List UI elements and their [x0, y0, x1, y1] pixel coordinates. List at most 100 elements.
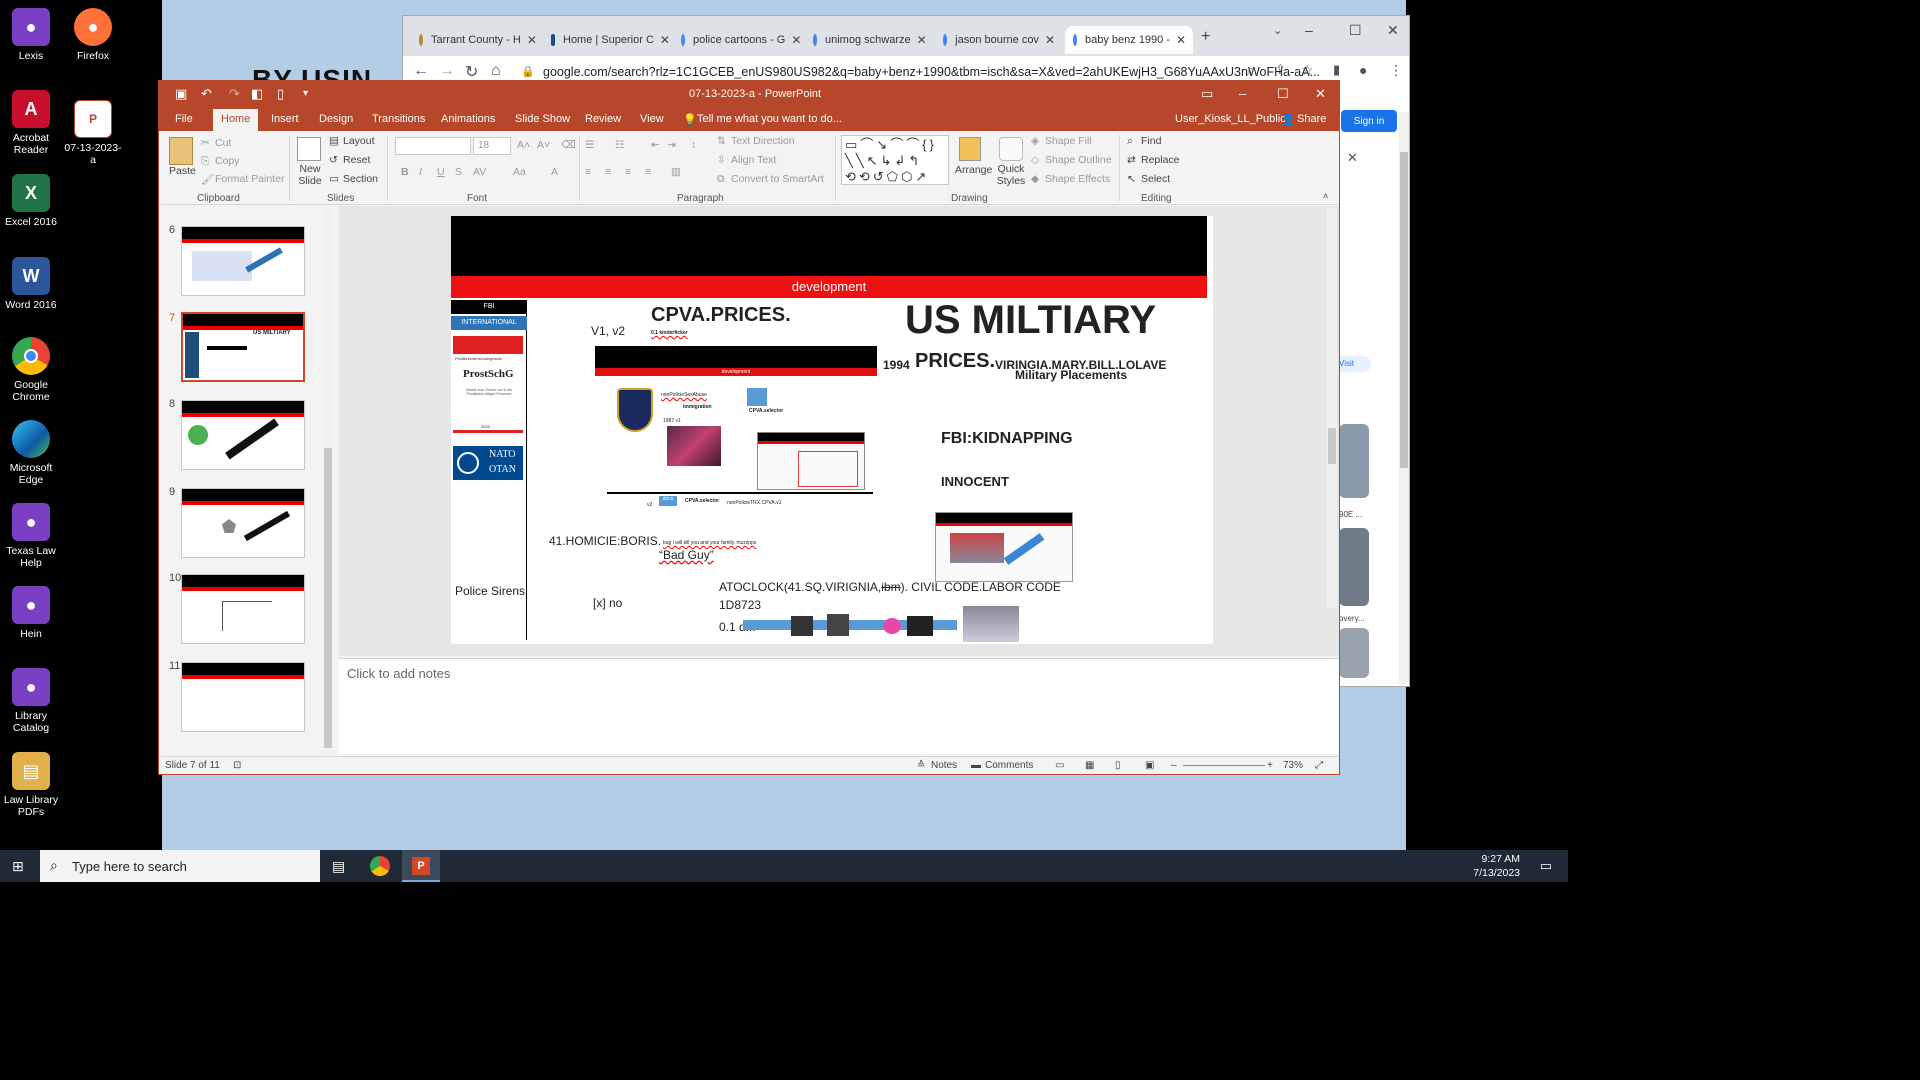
outdent-icon[interactable]: ⇥ — [667, 139, 676, 151]
tab-search-icon[interactable]: ⌄ — [1273, 24, 1282, 37]
taskbar-search[interactable]: ⌕ Type here to search — [40, 850, 320, 882]
shadow-icon[interactable]: S — [455, 166, 462, 178]
indent-icon[interactable]: ⇤ — [651, 139, 660, 151]
windows-start-icon[interactable]: ⊞ — [12, 858, 24, 875]
clear-format-icon[interactable]: ⌫ — [561, 139, 576, 151]
slide-editor[interactable]: development FBI INTERNATIONAL Prostituie… — [339, 206, 1339, 656]
reading-view-icon[interactable]: ▯ — [1115, 760, 1121, 771]
columns-icon[interactable]: ▥ — [671, 166, 681, 178]
layout-icon[interactable]: ▤ — [329, 135, 339, 147]
chrome-scrollbar[interactable] — [1399, 112, 1409, 684]
desktop-icon-chrome[interactable]: Google Chrome — [0, 337, 62, 403]
tab-review[interactable]: Review — [585, 113, 621, 125]
car-image-thumbnail[interactable] — [1339, 628, 1369, 678]
desktop-icon-law-library-pdfs[interactable]: ▤ Law Library PDFs — [0, 752, 62, 818]
tab-design[interactable]: Design — [319, 113, 353, 125]
minimize-button[interactable]: – — [1305, 22, 1313, 38]
slide-thumbnail-11[interactable] — [181, 662, 305, 732]
slide-thumbnail-10[interactable] — [181, 574, 305, 644]
forward-icon[interactable]: → — [439, 62, 455, 80]
tab-tarrant-county[interactable]: Tarrant County - H ✕ — [411, 26, 539, 54]
copy-icon[interactable]: ⎘ — [201, 155, 209, 168]
sign-in-button[interactable]: Sign in — [1341, 110, 1397, 132]
justify-icon[interactable]: ≡ — [645, 166, 651, 178]
smartart-icon[interactable]: ⧉ — [717, 173, 725, 186]
address-bar[interactable]: google.com/search?rlz=1C1GCEB_enUS980US9… — [543, 65, 1320, 79]
notification-icon[interactable]: ▭ — [1540, 858, 1552, 874]
minimize-button[interactable]: – — [1239, 86, 1246, 101]
slide-thumbnail-9[interactable] — [181, 488, 305, 558]
section-icon[interactable]: ▭ — [329, 173, 339, 185]
replace-button[interactable]: Replace — [1141, 154, 1180, 166]
share-icon[interactable]: ⇪ — [1275, 62, 1286, 78]
desktop-icon-lexis[interactable]: ● Lexis — [0, 8, 62, 62]
notes-button[interactable]: Notes — [931, 760, 957, 771]
arrange-icon[interactable] — [959, 137, 981, 161]
car-image-thumbnail[interactable] — [1339, 424, 1369, 498]
tab-jason-bourne[interactable]: jason bourne cov ✕ — [935, 26, 1063, 54]
slide-thumbnail-8[interactable] — [181, 400, 305, 470]
powerpoint-taskbar-button[interactable]: P — [402, 850, 440, 882]
maximize-button[interactable]: ☐ — [1277, 86, 1289, 102]
find-button[interactable]: Find — [1141, 135, 1161, 147]
notes-icon[interactable]: ≙ — [917, 760, 925, 771]
format-painter-button[interactable]: Format Painter — [215, 173, 284, 185]
home-icon[interactable]: ⌂ — [491, 62, 501, 80]
collapse-ribbon-icon[interactable]: ˄ — [1323, 191, 1328, 201]
zoom-slider[interactable] — [1183, 765, 1265, 766]
desktop-icon-library-catalog[interactable]: ● Library Catalog — [0, 668, 62, 734]
tab-view[interactable]: View — [640, 113, 664, 125]
bold-icon[interactable]: B — [401, 166, 409, 178]
align-center-icon[interactable]: ≡ — [605, 166, 611, 178]
cut-icon[interactable]: ✂ — [201, 137, 210, 149]
copy-button[interactable]: Copy — [215, 155, 240, 167]
tab-home[interactable]: Home — [213, 109, 259, 131]
shape-outline-button[interactable]: Shape Outline — [1045, 154, 1112, 166]
star-icon[interactable]: ☆ — [1301, 62, 1314, 79]
shape-effects-icon[interactable]: ◆ — [1031, 173, 1039, 185]
new-file-icon[interactable]: ▯ — [277, 86, 284, 102]
notes-placeholder[interactable]: Click to add notes — [347, 666, 450, 681]
tab-animations[interactable]: Animations — [441, 113, 495, 125]
undo-icon[interactable]: ↶ — [201, 86, 212, 102]
accessibility-icon[interactable]: ⊡ — [233, 760, 241, 771]
car-image-thumbnail[interactable] — [1339, 528, 1369, 606]
desktop-icon-acrobat[interactable]: A Acrobat Reader — [0, 90, 62, 156]
fit-slide-icon[interactable]: ⤢ — [1315, 760, 1323, 771]
customize-qat-icon[interactable]: ▾ — [303, 88, 308, 99]
section-button[interactable]: Section — [343, 173, 378, 185]
new-slide-button[interactable]: New Slide — [295, 163, 325, 187]
reset-button[interactable]: Reset — [343, 154, 370, 166]
user-name[interactable]: User_Kiosk_LL_Public — [1175, 113, 1286, 125]
font-name-box[interactable] — [395, 137, 471, 155]
reset-icon[interactable]: ↺ — [329, 154, 338, 166]
ribbon-display-icon[interactable]: ▭ — [1201, 86, 1213, 102]
maximize-button[interactable]: ☐ — [1349, 22, 1362, 39]
desktop-icon-pptfile[interactable]: P 07-13-2023-a — [62, 100, 124, 166]
powerpoint-window[interactable]: ▣ ↶ ↷ ◧ ▯ ▾ 07-13-2023-a - PowerPoint ▭ … — [158, 80, 1340, 775]
back-icon[interactable]: ← — [413, 62, 429, 80]
paste-button[interactable]: Paste — [169, 165, 196, 177]
layout-button[interactable]: Layout — [343, 135, 375, 147]
close-icon[interactable]: ✕ — [1347, 150, 1358, 166]
shapes-gallery[interactable]: ▭⌒↘⌒⌒{} ╲╲↖↳↲↰ ⟲⟲↺⬠⬡↗ — [841, 135, 949, 185]
task-view-icon[interactable]: ▤ — [332, 858, 345, 875]
slide-thumbnails-panel[interactable]: 6 7 US MILTIARY 8 9 10 11 — [159, 206, 339, 756]
paste-icon[interactable] — [169, 137, 193, 165]
arrange-button[interactable]: Arrange — [955, 164, 992, 176]
tab-baby-benz[interactable]: baby benz 1990 - ✕ — [1065, 26, 1193, 54]
system-clock[interactable]: 9:27 AM 7/13/2023 — [1473, 852, 1520, 880]
select-icon[interactable]: ↖ — [1127, 173, 1136, 185]
tab-file[interactable]: File — [175, 113, 193, 125]
share-icon[interactable]: 👤 — [1281, 113, 1295, 126]
tab-insert[interactable]: Insert — [271, 113, 299, 125]
new-slide-icon[interactable] — [297, 137, 321, 161]
tab-police-cartoons[interactable]: police cartoons - G ✕ — [673, 26, 801, 54]
shape-fill-button[interactable]: Shape Fill — [1045, 135, 1092, 147]
zoom-out-icon[interactable]: – — [1171, 760, 1177, 771]
new-tab-button[interactable]: + — [1201, 28, 1210, 46]
zoom-in-icon[interactable]: + — [1267, 760, 1273, 771]
redo-icon[interactable]: ↷ — [229, 86, 240, 102]
desktop-icon-edge[interactable]: Microsoft Edge — [0, 420, 62, 486]
line-spacing-icon[interactable]: ↕ — [691, 139, 696, 151]
